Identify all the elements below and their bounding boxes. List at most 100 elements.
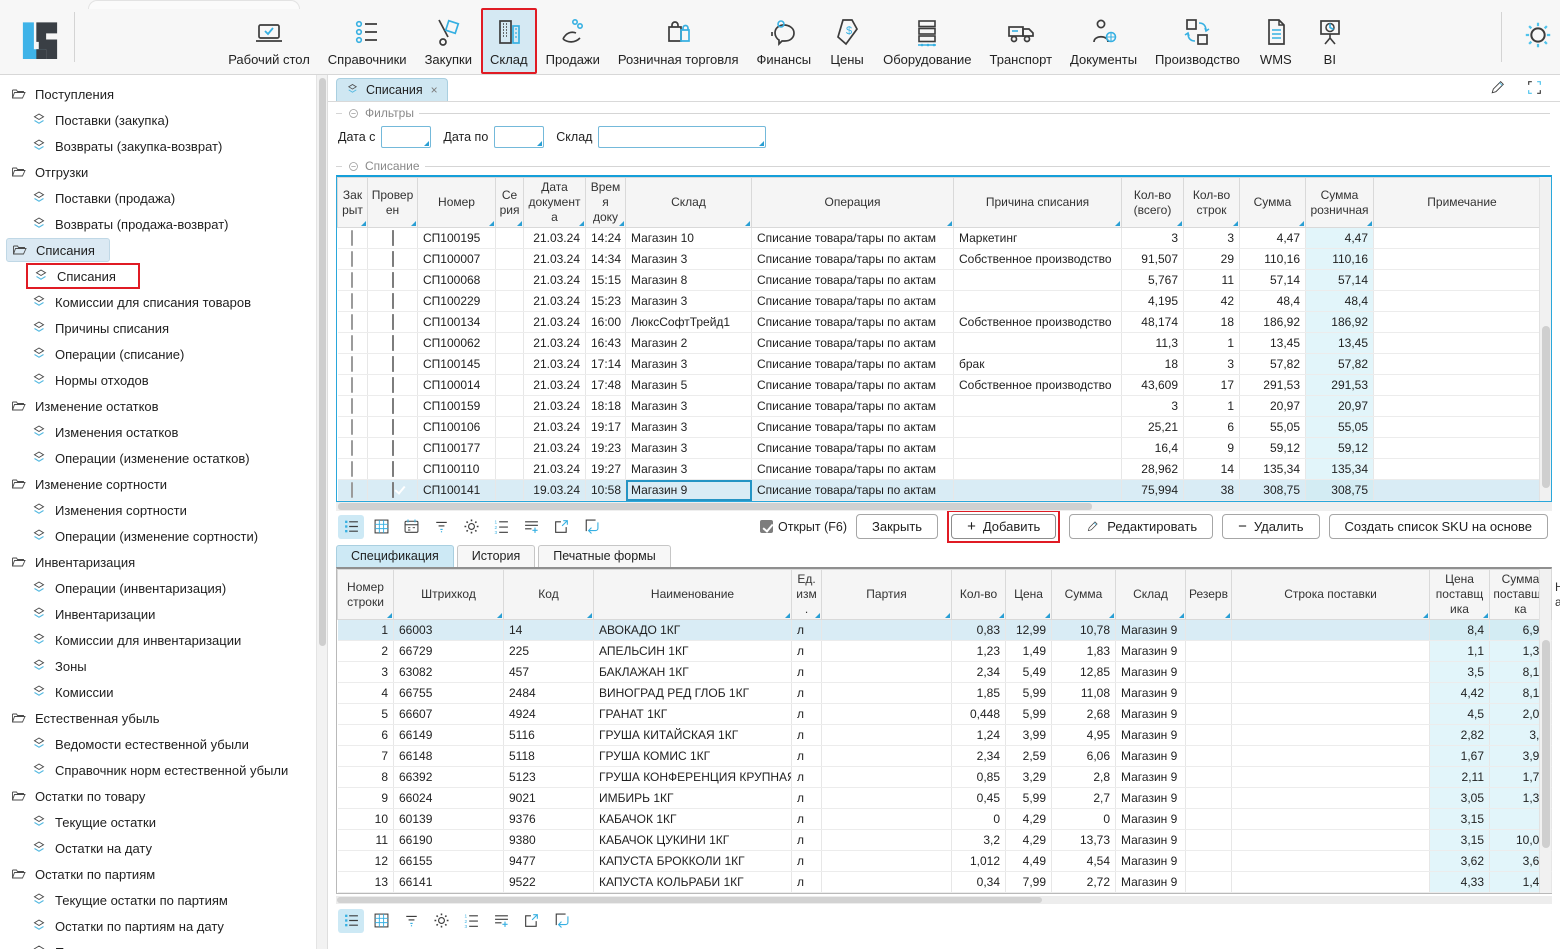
nav-item-warehouse[interactable]: Склад: [481, 8, 537, 74]
tree-item-Списания[interactable]: Списания: [0, 263, 316, 289]
specification-row[interactable]: 10601399376КАБАЧОК 1КГл04,290Магазин 93,…: [338, 809, 1552, 830]
tree-item-Нормы отходов[interactable]: Нормы отходов: [0, 367, 316, 393]
toolbar-add-list-button[interactable]: [518, 515, 544, 539]
specification-row[interactable]: 8663925123ГРУША КОНФЕРЕНЦИЯ КРУПНАЯ 1Кл0…: [338, 767, 1552, 788]
checkbox-icon[interactable]: [351, 440, 353, 456]
tree-folder-Остатки по товару[interactable]: Остатки по товару: [0, 783, 316, 809]
writeoff-row[interactable]: СП10022921.03.2415:23Магазин 3Списание т…: [338, 291, 1551, 312]
column-header[interactable]: Закрыт: [338, 178, 368, 228]
specification-row[interactable]: 13661419522КАПУСТА КОЛЬРАБИ 1КГл0,347,99…: [338, 872, 1552, 893]
nav-item-wms[interactable]: WMS: [1249, 8, 1303, 74]
writeoff-row[interactable]: СП10006221.03.2416:43Магазин 2Списание т…: [338, 333, 1551, 354]
nav-item-documents[interactable]: Документы: [1061, 8, 1146, 74]
checkbox-checked-icon[interactable]: [392, 230, 394, 246]
column-header[interactable]: Сумма розничная: [1306, 178, 1374, 228]
fullscreen-icon[interactable]: [1525, 78, 1544, 97]
specification-row[interactable]: 363082457БАКЛАЖАН 1КГл2,345,4912,85Магаз…: [338, 662, 1552, 683]
checkbox-checked-icon[interactable]: [392, 482, 394, 498]
tree-item-Текущие остатки по партиям[interactable]: Текущие остатки по партиям: [0, 887, 316, 913]
specification-row[interactable]: 11661909380КАБАЧОК ЦУКИНИ 1КГл3,24,2913,…: [338, 830, 1552, 851]
tree-item-Партии[interactable]: Партии: [0, 939, 316, 949]
writeoff-row[interactable]: СП10014521.03.2417:14Магазин 3Списание т…: [338, 354, 1551, 375]
tree-folder-Изменение остатков[interactable]: Изменение остатков: [0, 393, 316, 419]
add-button[interactable]: + Добавить: [951, 514, 1056, 539]
tree-item-Операции (изменение сортности)[interactable]: Операции (изменение сортности): [0, 523, 316, 549]
column-header[interactable]: Кол-во: [952, 570, 1006, 620]
checkbox-icon[interactable]: [351, 251, 353, 267]
tree-folder-Естественная убыль[interactable]: Естественная убыль: [0, 705, 316, 731]
column-header[interactable]: Номер: [418, 178, 496, 228]
tree-item-Ведомости естественной убыли[interactable]: Ведомости естественной убыли: [0, 731, 316, 757]
column-header[interactable]: Штрихкод: [394, 570, 504, 620]
writeoff-row[interactable]: СП10011021.03.2419:27Магазин 3Списание т…: [338, 459, 1551, 480]
column-header[interactable]: Сумма: [1052, 570, 1116, 620]
checkbox-checked-icon[interactable]: [392, 293, 394, 309]
tree-item-Изменения сортности[interactable]: Изменения сортности: [0, 497, 316, 523]
checkbox-icon[interactable]: [351, 230, 353, 246]
column-header[interactable]: Партия: [822, 570, 952, 620]
specification-row[interactable]: 12661559477КАПУСТА БРОККОЛИ 1КГл1,0124,4…: [338, 851, 1552, 872]
toolbar-open-external-button[interactable]: [518, 909, 544, 933]
checkbox-icon[interactable]: [351, 356, 353, 372]
column-header[interactable]: Примечание: [1374, 178, 1551, 228]
toolbar-gear-button[interactable]: [458, 515, 484, 539]
warehouse-filter-input[interactable]: [599, 127, 765, 147]
column-header[interactable]: Строка поставки: [1232, 570, 1430, 620]
toolbar-numbered-list-button[interactable]: [458, 909, 484, 933]
checkbox-icon[interactable]: [351, 335, 353, 351]
writeoff-row[interactable]: СП10000721.03.2414:34Магазин 3Списание т…: [338, 249, 1551, 270]
column-header[interactable]: Причина списания: [954, 178, 1122, 228]
create-sku-list-button[interactable]: Создать список SKU на основе: [1329, 514, 1548, 539]
edit-pencil-icon[interactable]: [1488, 78, 1507, 97]
tree-folder-Списания[interactable]: Списания: [0, 237, 316, 263]
column-header[interactable]: Проверен: [368, 178, 418, 228]
scrollbar-thumb[interactable]: [337, 897, 1042, 903]
checkbox-icon[interactable]: [351, 272, 353, 288]
column-header[interactable]: Номер строки: [338, 570, 394, 620]
writeoff-row[interactable]: СП10001421.03.2417:48Магазин 5Списание т…: [338, 375, 1551, 396]
tree-item-Комиссии[interactable]: Комиссии: [0, 679, 316, 705]
tree-item-Комиссии для списания товаров[interactable]: Комиссии для списания товаров: [0, 289, 316, 315]
toolbar-refresh-button[interactable]: [548, 909, 574, 933]
checkbox-checked-icon[interactable]: [392, 356, 394, 372]
edit-button[interactable]: Редактировать: [1069, 514, 1213, 539]
date-from-input[interactable]: [382, 127, 430, 147]
tree-item-Операции (инвентаризация)[interactable]: Операции (инвентаризация): [0, 575, 316, 601]
column-header[interactable]: Цена поставщика: [1430, 570, 1490, 620]
column-header[interactable]: Резерв: [1186, 570, 1232, 620]
specification-row[interactable]: 7661485118ГРУША КОМИС 1КГл2,342,596,06Ма…: [338, 746, 1552, 767]
column-header[interactable]: Склад: [626, 178, 752, 228]
detail-tab-Печатные формы[interactable]: Печатные формы: [538, 545, 671, 567]
writeoff-row[interactable]: СП10019521.03.2414:24Магазин 10Списание …: [338, 228, 1551, 249]
checkbox-checked-icon[interactable]: [392, 440, 394, 456]
toolbar-list-view-button[interactable]: [338, 909, 364, 933]
delete-button[interactable]: − Удалить: [1222, 514, 1319, 539]
tree-item-Возвраты (продажа-возврат)[interactable]: Возвраты (продажа-возврат): [0, 211, 316, 237]
toolbar-list-view-button[interactable]: [338, 515, 364, 539]
specification-row[interactable]: 16600314АВОКАДО 1КГл0,8312,9910,78Магази…: [338, 620, 1552, 641]
toolbar-open-external-button[interactable]: [548, 515, 574, 539]
writeoff-row[interactable]: СП10015921.03.2418:18Магазин 3Списание т…: [338, 396, 1551, 417]
writeoff-row[interactable]: СП10017721.03.2419:23Магазин 3Списание т…: [338, 438, 1551, 459]
toolbar-filter-button[interactable]: [398, 909, 424, 933]
close-button[interactable]: Закрыть: [856, 514, 938, 539]
checkbox-icon[interactable]: [351, 293, 353, 309]
detail-tab-Спецификация[interactable]: Спецификация: [336, 545, 454, 567]
writeoff-hscrollbar[interactable]: [336, 502, 1552, 511]
column-header[interactable]: Сумма: [1240, 178, 1306, 228]
tree-folder-Отгрузки[interactable]: Отгрузки: [0, 159, 316, 185]
tree-item-Операции (изменение остатков)[interactable]: Операции (изменение остатков): [0, 445, 316, 471]
column-header[interactable]: Цена: [1006, 570, 1052, 620]
tree-item-Остатки по партиям на дату[interactable]: Остатки по партиям на дату: [0, 913, 316, 939]
writeoff-row[interactable]: СП10006821.03.2415:15Магазин 8Списание т…: [338, 270, 1551, 291]
checkbox-checked-icon[interactable]: [760, 520, 773, 533]
checkbox-icon[interactable]: [351, 314, 353, 330]
checkbox-checked-icon[interactable]: [392, 461, 394, 477]
spec-hscrollbar[interactable]: [336, 896, 1552, 904]
tree-item-Поставки (продажа)[interactable]: Поставки (продажа): [0, 185, 316, 211]
toolbar-grid-button[interactable]: [368, 515, 394, 539]
theme-toggle-button[interactable]: [1518, 15, 1560, 60]
column-header[interactable]: Код: [504, 570, 594, 620]
toolbar-calendar-button[interactable]: [398, 515, 424, 539]
specification-row[interactable]: 266729225АПЕЛЬСИН 1КГл1,231,491,83Магази…: [338, 641, 1552, 662]
